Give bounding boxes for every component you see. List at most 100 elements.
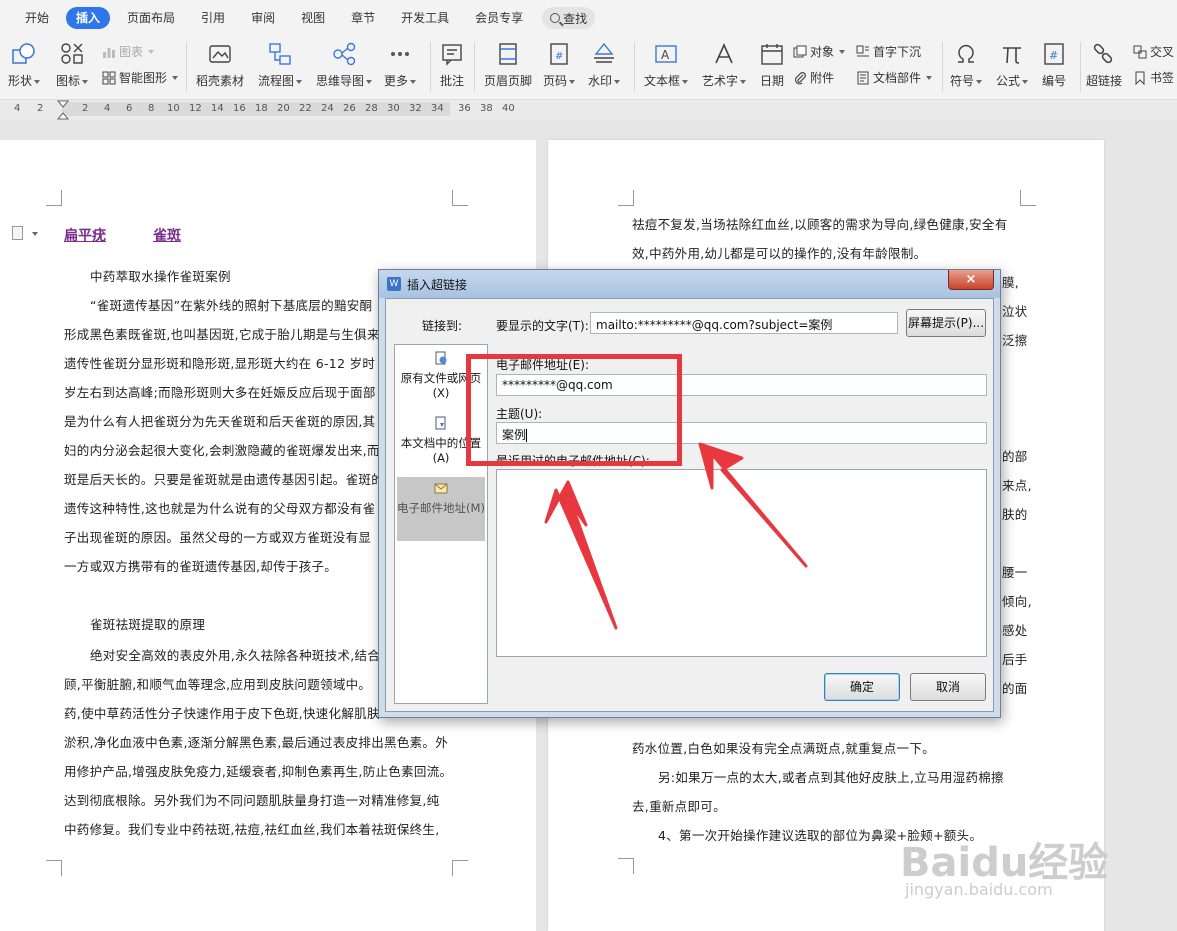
mindmap-button[interactable]: 思维导图 [316, 42, 373, 89]
indent-marker-icon[interactable] [57, 100, 69, 120]
horizontal-ruler[interactable]: 4 2 2 4 6 8 10 12 14 16 18 20 22 24 26 2… [0, 100, 1177, 120]
doc-text-line: 斑是后天长的。只要是雀斑就是由遗传基因引起。雀斑的 [64, 472, 385, 487]
textbox-icon: A [655, 45, 677, 63]
ribbon-separator [474, 42, 475, 92]
shape-label: 形状 [8, 74, 33, 88]
doc-link-freckle[interactable]: 雀斑 [153, 225, 181, 245]
dropcap-button[interactable]: 首字下沉 [856, 43, 921, 60]
textbox-button[interactable]: A 文本框 [644, 42, 689, 89]
ruler-tick: 26 [343, 103, 356, 114]
svg-text:#: # [555, 51, 563, 62]
link-option-email[interactable]: 电子邮件地址(M) [397, 477, 485, 541]
material-icon [209, 45, 231, 63]
crossref-icon [1133, 45, 1147, 58]
formula-label: 公式 [996, 74, 1021, 88]
numbering-label: 编号 [1041, 74, 1066, 88]
ruler-tick: 8 [148, 103, 155, 114]
menu-tab-page-layout[interactable]: 页面布局 [114, 7, 188, 29]
omega-icon [958, 44, 974, 63]
numbering-icon: # [1044, 43, 1064, 65]
doc-text-fragment: 膜, [1002, 275, 1020, 290]
recent-emails-list[interactable] [496, 469, 987, 657]
ruler-tick: 16 [233, 103, 246, 114]
link-icon [1093, 43, 1113, 64]
menu-tab-insert[interactable]: 插入 [66, 7, 111, 29]
menu-tab-start[interactable]: 开始 [12, 7, 62, 29]
menu-tab-developer[interactable]: 开发工具 [388, 7, 462, 29]
pi-icon [1003, 47, 1021, 64]
crossref-button[interactable]: 交叉 [1133, 43, 1174, 60]
comment-button[interactable]: 批注 [439, 42, 465, 89]
watermark-button[interactable]: 水印 [588, 42, 621, 89]
dropcap-icon [856, 45, 869, 56]
menu-tab-reference[interactable]: 引用 [188, 7, 238, 29]
flowchart-button[interactable]: 流程图 [258, 42, 303, 89]
menu-tab-section[interactable]: 章节 [338, 7, 388, 29]
comment-label: 批注 [439, 74, 464, 88]
margin-corner [1020, 190, 1036, 206]
smartart-button[interactable]: 智能图形 [102, 69, 179, 86]
margin-corner [46, 190, 62, 206]
ok-button[interactable]: 确定 [824, 673, 900, 701]
formula-button[interactable]: 公式 [996, 42, 1029, 89]
cancel-button[interactable]: 取消 [910, 673, 986, 701]
calendar-icon [761, 44, 783, 65]
numbering-button[interactable]: # 编号 [1041, 42, 1067, 89]
doc-text-line: 顾,平衡脏腑,和顺气血等理念,应用到皮肤问题领域中。 [64, 677, 372, 692]
paperclip-icon [794, 71, 806, 84]
doc-text-line: “雀斑遗传基因”在紫外线的照射下基底层的黯安酮 [90, 298, 373, 313]
ruler-tick: 4 [104, 103, 111, 114]
ruler-tick: 24 [321, 103, 334, 114]
svg-text:#: # [1049, 49, 1058, 62]
comment-icon [442, 44, 462, 66]
paragraph-document-icon[interactable] [12, 226, 23, 240]
chart-label: 图表 [119, 45, 144, 59]
attachment-button[interactable]: 附件 [793, 69, 834, 86]
display-text-input[interactable]: mailto:*********@qq.com?subject=案例 [590, 312, 898, 334]
doc-text-line: 形成黑色素既雀斑,也叫基因斑,它成于胎儿期是与生俱来 [64, 327, 380, 342]
header-footer-button[interactable]: 页眉页脚 [484, 42, 532, 89]
margin-corner [46, 860, 62, 876]
doc-link-flat-wart[interactable]: 扁平疣 [64, 225, 106, 245]
symbol-label: 符号 [950, 74, 975, 88]
close-button[interactable]: × [948, 270, 994, 290]
bookmark-icon [1135, 71, 1145, 85]
doc-text-fragment: 泣状 [1002, 304, 1028, 319]
bookmark-button[interactable]: 书签 [1133, 69, 1174, 86]
chart-button[interactable]: 图表 [102, 43, 155, 60]
ruler-tick: 20 [277, 103, 290, 114]
page-number-button[interactable]: # 页码 [543, 42, 576, 89]
material-button[interactable]: 稻壳素材 [196, 42, 244, 89]
doc-text-line: 药水位置,白色如果没有完全点满斑点,就重复点一下。 [632, 741, 935, 756]
doc-text-line: 遗传这种特性,这也就是为什么说有的父母双方都没有雀 [64, 501, 376, 516]
search-button[interactable]: 查找 [542, 7, 596, 29]
doc-parts-icon [857, 71, 869, 84]
hyperlink-button[interactable]: 超链接 [1086, 42, 1122, 89]
doc-text-line: 中药修复。我们专业中药祛斑,祛痘,祛红血丝,我们本着祛斑保终生, [64, 822, 440, 837]
date-button[interactable]: 日期 [759, 42, 785, 89]
more-button[interactable]: 更多 [384, 42, 417, 89]
ribbon-separator [186, 42, 187, 92]
doc-text-line: 遗传性雀斑分显形斑和隐形斑,显形斑大约在 6-12 岁时 [64, 356, 376, 371]
symbol-button[interactable]: 符号 [950, 42, 983, 89]
doc-parts-button[interactable]: 文档部件 [856, 69, 933, 86]
menu-tab-view[interactable]: 视图 [288, 7, 338, 29]
crossref-label: 交叉 [1150, 45, 1175, 59]
ruler-tick: 22 [299, 103, 312, 114]
icon-button[interactable]: 图标 [56, 42, 89, 89]
menu-tab-review[interactable]: 审阅 [238, 7, 288, 29]
smartart-label: 智能图形 [119, 71, 168, 85]
object-button[interactable]: 对象 [793, 43, 846, 60]
screentip-button[interactable]: 屏幕提示(P)... [906, 309, 986, 337]
doc-text-fragment: 感处 [1002, 623, 1028, 638]
object-icon [793, 45, 807, 57]
svg-text:A: A [661, 48, 670, 62]
smartart-icon [102, 71, 116, 84]
shape-button[interactable]: 形状 [8, 42, 41, 89]
dialog-titlebar[interactable]: W 插入超链接 × [379, 270, 1000, 298]
doc-text-line: 雀斑祛斑提取的原理 [90, 617, 206, 632]
menu-tab-member[interactable]: 会员专享 [462, 7, 536, 29]
ruler-tick: 32 [409, 103, 422, 114]
doc-text-fragment: 肤的 [1002, 507, 1028, 522]
wordart-button[interactable]: 艺术字 [702, 42, 747, 89]
